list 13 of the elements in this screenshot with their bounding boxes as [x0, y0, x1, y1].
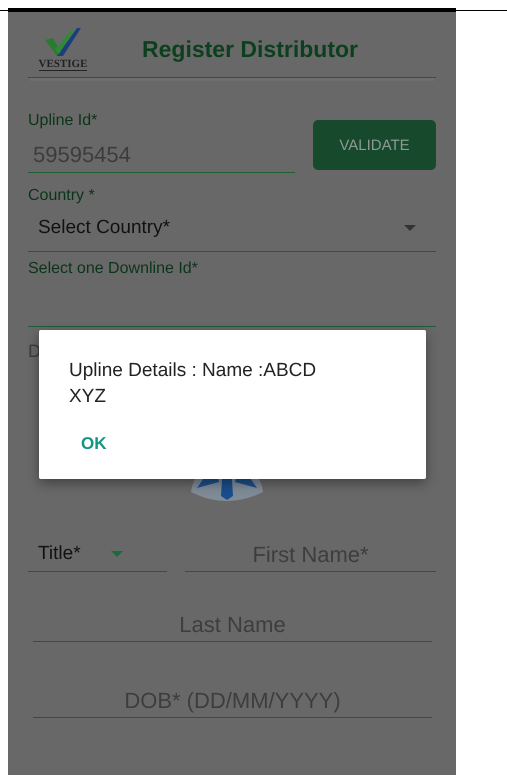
dialog-message: Upline Details : Name :ABCD XYZ — [69, 359, 318, 409]
field-label: Upline Id* — [28, 112, 98, 130]
page-title: Register Distributor — [142, 36, 358, 63]
field-label: Country * — [28, 187, 96, 205]
checkmark-logo-icon — [43, 28, 83, 58]
brand-name: VESTIGE — [38, 58, 88, 71]
country-dropdown[interactable]: Select Country* — [28, 205, 436, 252]
caret-icon — [404, 225, 416, 231]
title-dropdown[interactable]: Title* — [28, 543, 167, 572]
ok-button[interactable]: OK — [69, 430, 118, 458]
field-label: Select one Downline Id* — [28, 260, 199, 278]
validate-button[interactable]: VALIDATE — [313, 120, 436, 170]
caret-icon — [110, 551, 123, 557]
